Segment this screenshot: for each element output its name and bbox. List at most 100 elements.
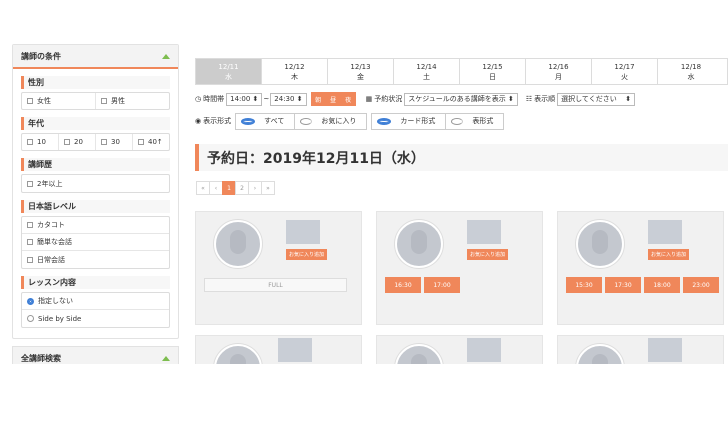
- avatar[interactable]: [576, 220, 624, 268]
- radio-selected-icon[interactable]: [241, 117, 256, 125]
- teacher-card[interactable]: [376, 335, 543, 364]
- select-arrow-icon: ⬍: [296, 95, 303, 103]
- checkbox-icon[interactable]: [138, 139, 144, 145]
- pager-prev[interactable]: ‹: [209, 181, 223, 195]
- calendar-icon: ▦: [365, 95, 373, 103]
- date-tab-5[interactable]: 12/16 月: [526, 59, 592, 84]
- date-tab-3[interactable]: 12/14 土: [394, 59, 460, 84]
- select-arrow-icon: ⬍: [252, 95, 259, 103]
- avatar-face: [592, 354, 608, 364]
- checkbox-icon[interactable]: [27, 239, 33, 245]
- pager-page-2[interactable]: 2: [235, 181, 249, 195]
- date-tab-2[interactable]: 12/13 金: [328, 59, 394, 84]
- checkbox-icon[interactable]: [64, 139, 70, 145]
- date-tab-4[interactable]: 12/15 日: [460, 59, 526, 84]
- checkbox-icon[interactable]: [27, 98, 33, 104]
- filter-favorites-option[interactable]: お気に入り: [295, 114, 366, 129]
- age-option-10[interactable]: 10: [22, 134, 59, 150]
- radio-icon[interactable]: [300, 117, 313, 125]
- pager-next[interactable]: ›: [248, 181, 262, 195]
- checkbox-icon[interactable]: [101, 139, 107, 145]
- time-start-select[interactable]: 14:00 ⬍: [226, 92, 263, 106]
- teacher-card[interactable]: お気に入り追加 16:30 17:00: [376, 211, 543, 325]
- time-slot-button[interactable]: 18:00: [644, 277, 680, 293]
- career-option-2years[interactable]: 2年以上: [22, 175, 169, 192]
- lesson-option-none[interactable]: 指定しない: [22, 293, 169, 310]
- time-end-select[interactable]: 24:30 ⬍: [270, 92, 307, 106]
- teacher-card[interactable]: [557, 335, 724, 364]
- avatar[interactable]: [214, 220, 262, 268]
- full-badge: FULL: [204, 278, 347, 292]
- checkbox-icon[interactable]: [27, 222, 33, 228]
- sort-select[interactable]: 選択してください ⬍: [557, 92, 636, 106]
- avatar-face: [230, 230, 246, 254]
- date-tab-6[interactable]: 12/17 火: [592, 59, 658, 84]
- filter-sidebar: 講師の条件 性別 女性 男性 年代 10 20 30 40↑ 講師歴 2年以上 …: [12, 44, 179, 339]
- age-option-30[interactable]: 30: [96, 134, 133, 150]
- format-table-option[interactable]: 表形式: [446, 114, 503, 129]
- noon-button[interactable]: 昼: [325, 92, 341, 106]
- pager-page-1[interactable]: 1: [222, 181, 236, 195]
- radio-selected-icon[interactable]: [27, 297, 34, 305]
- time-slot-button[interactable]: 17:00: [424, 277, 460, 293]
- list-icon: ☷: [525, 95, 533, 103]
- status-label: 予約状況: [374, 95, 403, 103]
- time-slots: 15:30 17:30 18:00 23:00: [566, 277, 722, 293]
- career-options: 2年以上: [21, 174, 170, 193]
- time-slot-button[interactable]: 15:30: [566, 277, 602, 293]
- lesson-options: 指定しない Side by Side: [21, 292, 170, 328]
- jp-level-option-katakoto[interactable]: カタコト: [22, 217, 169, 234]
- filter-controls-row: ◷ 時間帯 14:00 ⬍ ~ 24:30 ⬍ 朝 昼 夜 ▦ 予約状況 スケジ…: [195, 92, 728, 106]
- collapse-icon[interactable]: [162, 355, 170, 361]
- radio-icon[interactable]: [451, 117, 464, 125]
- avatar[interactable]: [214, 344, 262, 364]
- lesson-option-side-by-side[interactable]: Side by Side: [22, 310, 169, 327]
- date-tabs: 12/11 水 12/12 木 12/13 金 12/14 土 12/15 日 12/16…: [195, 58, 728, 85]
- avatar[interactable]: [576, 344, 624, 364]
- age-option-20[interactable]: 20: [59, 134, 96, 150]
- sort-label: 表示順: [534, 95, 556, 103]
- morning-button[interactable]: 朝: [310, 92, 326, 106]
- date-tab-7[interactable]: 12/18 水: [658, 59, 724, 84]
- pager-first[interactable]: «: [196, 181, 210, 195]
- avatar[interactable]: [395, 220, 443, 268]
- age-option-40[interactable]: 40↑: [133, 134, 169, 150]
- time-slot-button[interactable]: 17:30: [605, 277, 641, 293]
- pager-last[interactable]: »: [261, 181, 275, 195]
- teacher-card[interactable]: [195, 335, 362, 364]
- time-slot-button[interactable]: 23:00: [683, 277, 719, 293]
- screenshot-frame: 講師の条件 性別 女性 男性 年代 10 20 30 40↑ 講師歴 2年以上 …: [0, 0, 728, 364]
- jp-level-option-daily[interactable]: 日常会話: [22, 251, 169, 268]
- page-title: 予約日：2019年12月11日（水）: [195, 144, 728, 171]
- panel-title: 講師の条件: [21, 51, 61, 61]
- teacher-card[interactable]: お気に入り追加 15:30 17:30 18:00 23:00: [557, 211, 724, 325]
- date-tab-1[interactable]: 12/12 木: [262, 59, 328, 84]
- checkbox-icon[interactable]: [27, 256, 33, 263]
- checkbox-icon[interactable]: [101, 98, 107, 104]
- jp-level-option-simple[interactable]: 簡単な会話: [22, 234, 169, 251]
- all-teacher-search-panel[interactable]: 全講師検索: [12, 346, 179, 364]
- time-slot-button[interactable]: 16:30: [385, 277, 421, 293]
- radio-selected-icon[interactable]: [377, 117, 392, 125]
- avatar-face: [592, 230, 608, 254]
- panel-header[interactable]: 講師の条件: [13, 45, 178, 69]
- collapse-icon[interactable]: [162, 53, 170, 59]
- date-tab-0[interactable]: 12/11 水: [196, 59, 262, 84]
- add-favorite-button[interactable]: お気に入り追加: [286, 249, 328, 260]
- add-favorite-button[interactable]: お気に入り追加: [467, 249, 509, 260]
- teacher-card[interactable]: お気に入り追加 FULL: [195, 211, 362, 325]
- gender-option-female[interactable]: 女性: [22, 93, 96, 109]
- time-slots: 16:30 17:00: [385, 277, 463, 293]
- select-arrow-icon: ⬍: [625, 95, 632, 103]
- add-favorite-button[interactable]: お気に入り追加: [648, 249, 690, 260]
- main-content: 12/11 水 12/12 木 12/13 金 12/14 土 12/15 日 12/16…: [195, 40, 728, 195]
- radio-icon[interactable]: [27, 315, 34, 322]
- status-select[interactable]: スケジュールのある講師を表示 ⬍: [404, 92, 518, 106]
- filter-all-option[interactable]: すべて: [236, 113, 296, 129]
- gender-option-male[interactable]: 男性: [96, 93, 169, 109]
- checkbox-icon[interactable]: [27, 180, 33, 187]
- format-card-option[interactable]: カード形式: [372, 113, 447, 129]
- night-button[interactable]: 夜: [340, 92, 356, 106]
- avatar[interactable]: [395, 344, 443, 364]
- checkbox-icon[interactable]: [27, 139, 33, 145]
